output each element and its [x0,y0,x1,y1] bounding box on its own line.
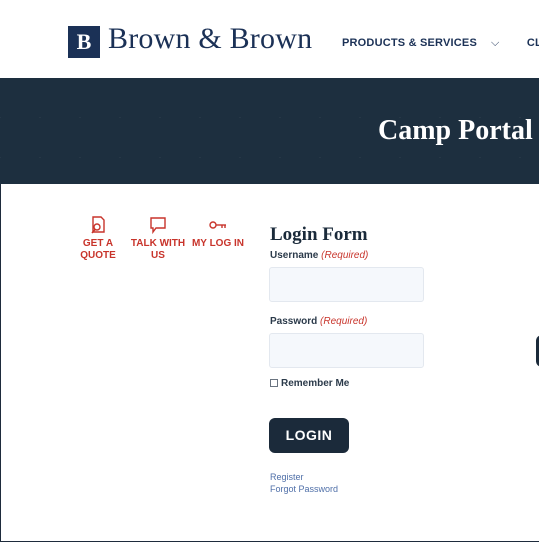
speech-bubble-icon [150,217,166,235]
page-title: Camp Portal [378,115,533,146]
nav-item-cl[interactable]: CL [527,37,539,49]
remember-me-label: Remember Me [281,378,350,389]
forgot-password-link[interactable]: Forgot Password [270,484,338,494]
hero-banner: Camp Portal [0,78,539,184]
username-label-text: Username [270,250,319,261]
remember-me-checkbox[interactable] [270,379,278,387]
nav-item-label: PRODUCTS & SERVICES [342,37,478,49]
username-label: Username (Required) [270,250,368,261]
main-nav: PRODUCTS & SERVICES ⌵ CL [342,37,539,50]
my-log-in-link[interactable]: MY LOG IN [188,214,248,250]
password-input[interactable] [269,333,424,368]
nav-item-products-services[interactable]: PRODUCTS & SERVICES ⌵ [342,37,512,49]
site-header: B Brown & Brown PRODUCTS & SERVICES ⌵ CL [0,0,539,78]
remember-me-option[interactable]: Remember Me [270,378,349,389]
magnifier-document-icon [91,216,105,234]
username-input[interactable] [269,267,424,302]
logo-text[interactable]: Brown & Brown [108,22,312,56]
chevron-down-icon: ⌵ [491,37,500,49]
login-button[interactable]: LOGIN [269,418,349,453]
required-marker: (Required) [321,250,369,261]
logo-mark[interactable]: B [68,26,100,58]
quick-action-label: TALK WITH US [130,238,186,261]
quick-action-label: MY LOG IN [191,238,245,249]
quick-action-label: GET A QUOTE [80,238,116,261]
nav-item-label: CL [526,37,539,49]
key-icon [209,221,226,229]
talk-with-us-link[interactable]: TALK WITH US [128,214,188,262]
password-label-text: Password [270,316,318,327]
password-label: Password (Required) [270,316,367,327]
required-marker: (Required) [320,316,368,327]
login-form-title: Login Form [270,224,368,245]
get-a-quote-link[interactable]: GET A QUOTE [68,214,128,262]
register-link[interactable]: Register [270,472,304,482]
